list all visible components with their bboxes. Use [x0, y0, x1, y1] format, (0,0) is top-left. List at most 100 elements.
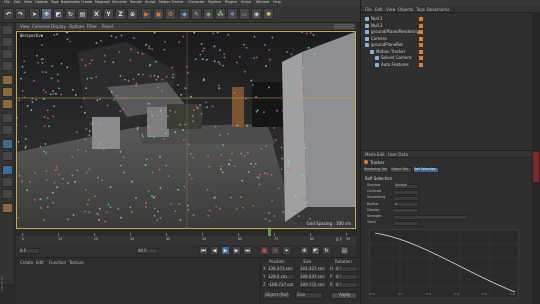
attr-menu-mode[interactable]: Mode: [365, 153, 376, 157]
array-icon[interactable]: ⁂: [215, 8, 226, 20]
pen-icon[interactable]: ✎: [191, 8, 202, 20]
make-editable-icon[interactable]: [2, 25, 13, 35]
planar-workplane-icon[interactable]: [2, 177, 13, 187]
menu-item-mograph[interactable]: Mograph: [95, 0, 110, 4]
object-row[interactable]: Motion Tracker: [361, 49, 540, 55]
menu-item-help[interactable]: Help: [273, 0, 281, 4]
object-tag-icon[interactable]: [419, 17, 423, 21]
object-tag-icon[interactable]: [419, 36, 423, 41]
points-mode-icon[interactable]: [2, 75, 13, 85]
object-row[interactable]: Auto Features: [361, 62, 540, 68]
viewport-menu-display[interactable]: Display: [51, 25, 66, 29]
menu-item-tags[interactable]: Tags: [51, 0, 59, 4]
deformer-icon[interactable]: ❖: [227, 8, 238, 20]
object-tag-icon[interactable]: [419, 23, 423, 28]
model-mode-icon[interactable]: [2, 37, 13, 47]
om-menu-bookmarks[interactable]: Bookmarks: [427, 8, 449, 12]
menu-item-motion-tracker[interactable]: Motion Tracker: [159, 0, 184, 4]
move-icon[interactable]: ✥: [41, 8, 52, 20]
soft-selection-icon[interactable]: [2, 151, 13, 161]
attr-field-input[interactable]: [393, 220, 419, 226]
om-menu-file[interactable]: File: [365, 8, 372, 12]
texture-mode-icon[interactable]: [2, 49, 13, 59]
key-rotation-icon[interactable]: ↻: [322, 246, 331, 255]
object-row[interactable]: Null.1: [361, 16, 540, 22]
redo-icon[interactable]: ↷: [15, 8, 26, 20]
attr-field-input[interactable]: [393, 208, 419, 214]
timeline-menu-icon[interactable]: ▤: [340, 246, 349, 255]
record-icon[interactable]: ●: [260, 246, 269, 255]
cube-icon[interactable]: ◆: [179, 8, 190, 20]
menu-item-create[interactable]: Create: [81, 0, 92, 4]
menu-item-objects[interactable]: Objects: [35, 0, 48, 4]
viewport-nav-icons[interactable]: [334, 24, 354, 29]
undo-icon[interactable]: ↶: [3, 8, 14, 20]
right-scrollbar[interactable]: [532, 12, 540, 304]
object-tag-icon[interactable]: [419, 43, 423, 47]
viewport-menu-panel[interactable]: Panel: [102, 25, 113, 29]
object-tag-icon[interactable]: [419, 30, 423, 34]
scrollbar-thumb[interactable]: [533, 152, 539, 182]
recent-tools-icon[interactable]: ▤: [77, 8, 88, 20]
light-icon[interactable]: ✺: [263, 8, 274, 20]
render-settings-icon[interactable]: ⚙: [165, 8, 176, 20]
attr-menu-user-data[interactable]: User Data: [388, 153, 408, 157]
scale-icon[interactable]: ◩: [53, 8, 64, 20]
workplane-icon[interactable]: [2, 61, 13, 71]
subdivision-icon[interactable]: ◈: [203, 8, 214, 20]
viewport-menu-options[interactable]: Options: [69, 25, 84, 29]
lock-workplane-icon[interactable]: [2, 165, 13, 175]
om-menu-tags[interactable]: Tags: [416, 8, 425, 12]
om-menu-view[interactable]: View: [386, 8, 396, 12]
menu-item-edit[interactable]: Edit: [14, 0, 21, 4]
menu-item-pipeline[interactable]: Pipeline: [208, 0, 221, 4]
viewport-menu-filter[interactable]: Filter: [87, 25, 97, 29]
object-tag-icon[interactable]: [419, 49, 423, 54]
play-icon[interactable]: ▶: [221, 246, 230, 255]
polygons-mode-icon[interactable]: [2, 99, 13, 109]
object-row[interactable]: ground/Plane/Rendering: [361, 29, 540, 35]
attr-field-input[interactable]: [393, 214, 468, 220]
falloff-graph[interactable]: 0.0 0.2 0.4 0.6 0.8 1.0: [369, 229, 520, 300]
object-row[interactable]: Camera: [361, 36, 540, 42]
attr-field-input[interactable]: [393, 189, 419, 195]
menu-item-character[interactable]: Character: [188, 0, 205, 4]
snap-icon[interactable]: [2, 139, 13, 149]
menu-item-render[interactable]: Render: [130, 0, 142, 4]
go-to-end-icon[interactable]: ⏭: [243, 246, 252, 255]
edges-mode-icon[interactable]: [2, 87, 13, 97]
menu-item-bookmarks[interactable]: Bookmarks: [61, 0, 80, 4]
menu-item-file[interactable]: File: [4, 0, 10, 4]
viewport-menu-view[interactable]: View: [20, 25, 30, 29]
timeline-ruler[interactable]: 0 10 20 30 40 50 60 70 80 90 0 F: [16, 229, 356, 245]
uv-mode-icon[interactable]: [2, 113, 13, 123]
menu-item-sculpt[interactable]: Sculpt: [145, 0, 156, 4]
attr-menu-edit[interactable]: Edit: [377, 153, 385, 157]
om-menu-objects[interactable]: Objects: [398, 8, 413, 12]
material-menu-function[interactable]: Function: [49, 261, 66, 265]
material-menu-create[interactable]: Create: [20, 261, 33, 265]
menu-item-script[interactable]: Script: [241, 0, 251, 4]
autokey-icon[interactable]: ⊙: [271, 246, 280, 255]
axis-y-button[interactable]: Y: [103, 8, 114, 20]
timeline-playhead[interactable]: [268, 229, 271, 236]
om-menu-edit[interactable]: Edit: [375, 8, 383, 12]
render-view-icon[interactable]: ▶: [141, 8, 152, 20]
next-key-icon[interactable]: ▶: [232, 246, 241, 255]
live-select-icon[interactable]: ➤: [29, 8, 40, 20]
key-position-icon[interactable]: ✥: [300, 246, 309, 255]
viewport-menu-cameras[interactable]: Cameras: [32, 25, 50, 29]
coordinate-system-icon[interactable]: ⊕: [127, 8, 138, 20]
paint-icon[interactable]: [2, 203, 13, 213]
go-to-start-icon[interactable]: ⏮: [199, 246, 208, 255]
axis-x-button[interactable]: X: [91, 8, 102, 20]
object-row[interactable]: Solved Camera: [361, 55, 540, 61]
menu-item-view[interactable]: View: [24, 0, 32, 4]
menu-item-plugins[interactable]: Plugins: [225, 0, 237, 4]
key-scale-icon[interactable]: ◩: [311, 246, 320, 255]
material-menu-edit[interactable]: Edit: [36, 261, 44, 265]
object-row[interactable]: groundPlaneBot: [361, 42, 540, 48]
attr-field-input[interactable]: [393, 195, 419, 201]
keyframe-selection-icon[interactable]: ⌖: [282, 246, 291, 255]
floor-icon[interactable]: ▭: [239, 8, 250, 20]
